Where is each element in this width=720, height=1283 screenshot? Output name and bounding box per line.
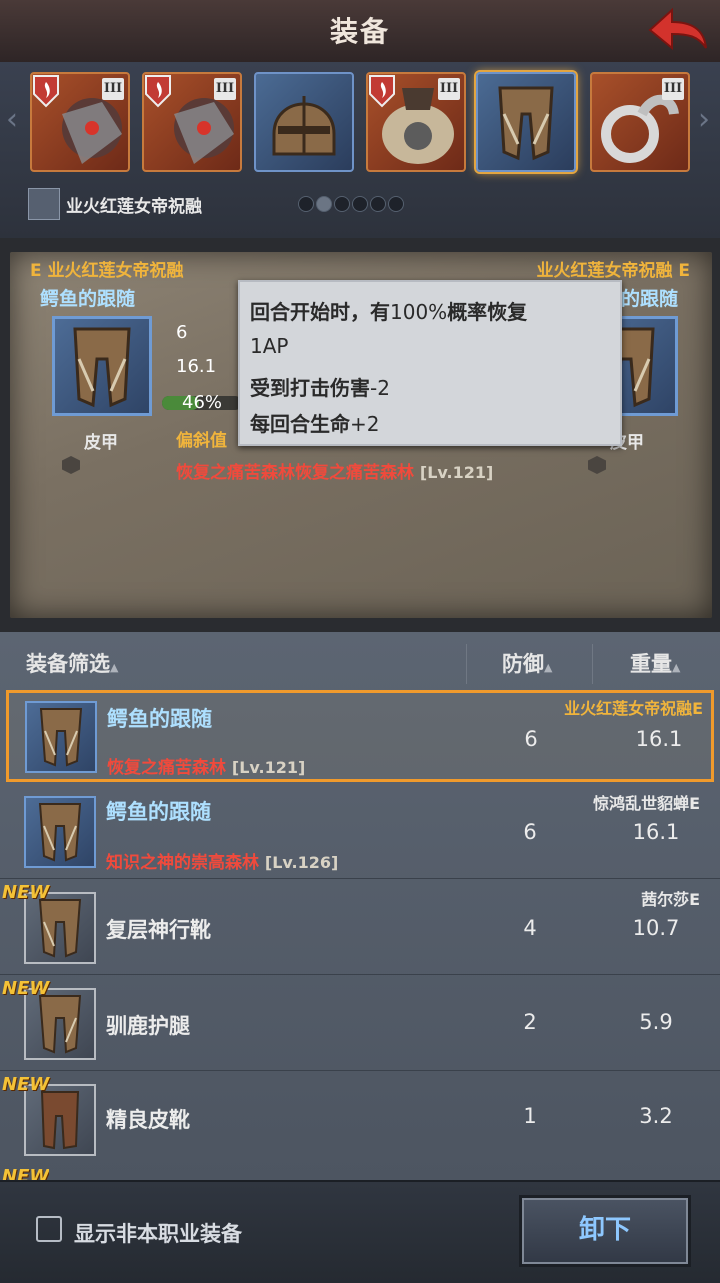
row-divider	[0, 878, 720, 879]
item-name: 鳄鱼的跟随	[106, 800, 211, 824]
item-defense: 6	[523, 820, 537, 844]
item-name: 驯鹿护腿	[106, 1014, 190, 1038]
table-row[interactable]: 鳄鱼的跟随 知识之神的崇高森林 [Lv.126] 惊鸿乱世貂蝉E 6 16.1	[0, 786, 720, 878]
weight-sort-header[interactable]: 重量▲	[630, 648, 680, 678]
equip-slot-3[interactable]	[254, 72, 354, 172]
gem-socket-icon	[588, 456, 606, 474]
row-divider	[0, 1070, 720, 1071]
footer-bar: 显示非本职业装备 卸下	[0, 1180, 720, 1283]
tier-badge: III	[102, 78, 124, 100]
unequip-button[interactable]: 卸下	[522, 1198, 688, 1264]
defense-sort-header[interactable]: 防御▲	[502, 648, 552, 678]
page-dot[interactable]	[388, 196, 404, 212]
item-defense: 1	[523, 1104, 537, 1128]
weight-value: 16.1	[176, 356, 217, 377]
item-weight: 16.1	[632, 820, 680, 844]
leg-guard-icon	[38, 995, 82, 1054]
item-weight: 5.9	[639, 1010, 673, 1034]
table-row[interactable]: NEW 精良皮靴 1 3.2	[0, 1074, 720, 1166]
class-shield-icon	[369, 75, 395, 108]
tooltip-line-1: 回合开始时，有100%概率恢复	[250, 300, 528, 324]
item-name: 鳄鱼的跟随	[107, 707, 212, 731]
item-icon	[24, 796, 96, 868]
class-shield-icon	[145, 75, 171, 108]
left-type-label: 皮甲	[84, 433, 118, 453]
equip-slot-4[interactable]: III	[366, 72, 466, 172]
equip-slot-2[interactable]: III	[142, 72, 242, 172]
page-dot[interactable]	[298, 196, 314, 212]
table-row[interactable]: NEW 驯鹿护腿 2 5.9	[0, 978, 720, 1070]
new-badge: NEW	[2, 978, 50, 999]
equip-slot-6[interactable]: III	[590, 72, 690, 172]
leg-armor-icon	[73, 327, 131, 408]
boots-icon	[38, 899, 82, 958]
item-defense: 6	[524, 727, 538, 751]
gem-socket-icon	[62, 456, 80, 474]
right-owner-label: 业火红莲女帝祝融 E	[536, 261, 690, 281]
scroll-right-icon[interactable]: ›	[698, 102, 710, 137]
class-shield-icon	[33, 75, 59, 108]
item-icon	[25, 701, 97, 773]
left-owner-label: E 业火红莲女帝祝融	[30, 261, 184, 281]
equip-slot-5[interactable]	[476, 72, 576, 172]
new-badge: NEW	[2, 1166, 50, 1180]
tooltip-line-2: 1AP	[250, 334, 289, 358]
skill-tooltip: 回合开始时，有100%概率恢复 1AP 受到打击伤害-2 每回合生命+2	[238, 280, 622, 446]
leg-armor-icon	[38, 803, 82, 862]
owner-name: 业火红莲女帝祝融	[66, 197, 202, 217]
list-header: 装备筛选▲ 防御▲ 重量▲	[0, 636, 720, 688]
filter-sort-header[interactable]: 装备筛选▲	[26, 648, 118, 678]
scroll-left-icon[interactable]: ‹	[6, 102, 18, 137]
deflect-label: 偏斜值	[176, 431, 227, 451]
durability-percent: 46%	[182, 392, 223, 413]
page-title: 装备	[329, 15, 390, 48]
tooltip-line-3: 受到打击伤害-2	[250, 376, 390, 400]
leather-boots-icon	[40, 1091, 80, 1150]
page-dot[interactable]	[352, 196, 368, 212]
divider	[592, 644, 593, 684]
new-badge: NEW	[2, 1074, 50, 1095]
page-indicator	[298, 196, 428, 212]
checkbox-label: 显示非本职业装备	[74, 1222, 242, 1246]
tier-badge: III	[214, 78, 236, 100]
item-name: 精良皮靴	[106, 1108, 190, 1132]
show-other-class-checkbox[interactable]	[36, 1216, 62, 1242]
item-source: 恢复之痛苦森林 [Lv.121]	[107, 758, 306, 778]
leg-armor-icon	[39, 708, 83, 767]
source-location: 恢复之痛苦森林恢复之痛苦森林 [Lv.121]	[176, 463, 494, 483]
item-weight: 10.7	[632, 916, 680, 940]
defense-value: 6	[176, 322, 188, 343]
tier-badge: III	[438, 78, 460, 100]
equip-slot-1[interactable]: III	[30, 72, 130, 172]
table-row[interactable]: NEW 复层神行靴 茜尔莎E 4 10.7	[0, 882, 720, 974]
table-row[interactable]: 鳄鱼的跟随 恢复之痛苦森林 [Lv.121] 业火红莲女帝祝融E 6 16.1	[6, 690, 714, 782]
back-arrow-icon[interactable]	[646, 6, 710, 54]
item-defense: 4	[523, 916, 537, 940]
page-dot-active[interactable]	[316, 196, 332, 212]
item-owner: 业火红莲女帝祝融E	[564, 699, 703, 718]
tier-badge: III	[662, 78, 684, 100]
divider	[466, 644, 467, 684]
row-divider	[0, 974, 720, 975]
item-weight: 16.1	[635, 727, 683, 751]
item-weight: 3.2	[639, 1104, 673, 1128]
new-badge: NEW	[2, 882, 50, 903]
owner-row: 业火红莲女帝祝融	[28, 184, 328, 220]
avatar	[28, 188, 60, 220]
left-item-name: 鳄鱼的跟随	[40, 288, 136, 310]
item-defense: 2	[523, 1010, 537, 1034]
page-dot[interactable]	[334, 196, 350, 212]
item-owner: 惊鸿乱世貂蝉E	[593, 794, 700, 813]
page-dot[interactable]	[370, 196, 386, 212]
item-owner: 茜尔莎E	[641, 890, 700, 909]
left-item-icon-frame[interactable]	[52, 316, 152, 416]
tooltip-line-4: 每回合生命+2	[250, 412, 380, 436]
leg-armor-icon	[498, 86, 554, 161]
item-source: 知识之神的崇高森林 [Lv.126]	[106, 853, 339, 873]
item-name: 复层神行靴	[106, 918, 211, 942]
helmet-icon	[272, 96, 336, 156]
